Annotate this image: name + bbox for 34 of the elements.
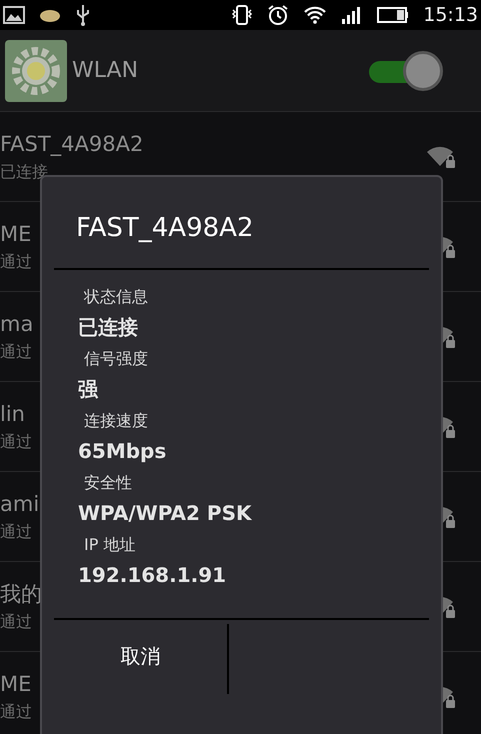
image-icon [3, 6, 25, 24]
field-value: WPA/WPA2 PSK [78, 500, 252, 527]
network-name[interactable]: FAST_4A98A2 [0, 128, 144, 160]
network-name[interactable]: ma [0, 308, 34, 340]
field-label: 信号强度 [83, 348, 148, 370]
network-name[interactable]: lin [0, 398, 25, 430]
clock-time: 15:13 [423, 2, 478, 28]
network-status: 通过 [0, 611, 32, 634]
alarm-icon [267, 4, 290, 26]
header-title: WLAN [72, 57, 140, 85]
network-status: 通过 [0, 431, 32, 454]
field-label: IP 地址 [83, 534, 136, 556]
field-label: 安全性 [83, 472, 132, 494]
network-name[interactable]: ami [0, 488, 40, 520]
wlan-switch[interactable] [369, 50, 443, 90]
cancel-button[interactable]: 取消 [54, 620, 227, 692]
wifi-icon [303, 5, 328, 25]
field-label: 连接速度 [83, 410, 148, 432]
field-value: 已连接 [78, 314, 138, 341]
network-name[interactable]: ME [0, 668, 32, 700]
field-label: 状态信息 [82, 286, 148, 308]
network-status: 通过 [0, 251, 32, 274]
dialog-title: FAST_4A98A2 [75, 212, 254, 245]
network-status: 通过 [0, 521, 32, 544]
network-name[interactable]: ME [0, 218, 32, 250]
usb-icon [75, 4, 91, 26]
network-status: 通过 [0, 701, 32, 724]
field-value: 65Mbps [78, 438, 166, 465]
network-name[interactable]: 我的 [0, 578, 42, 610]
battery-icon [377, 6, 410, 24]
vibrate-icon [231, 4, 254, 26]
network-status: 通过 [0, 341, 32, 364]
field-value: 强 [78, 376, 98, 403]
field-value: 192.168.1.91 [78, 562, 226, 589]
